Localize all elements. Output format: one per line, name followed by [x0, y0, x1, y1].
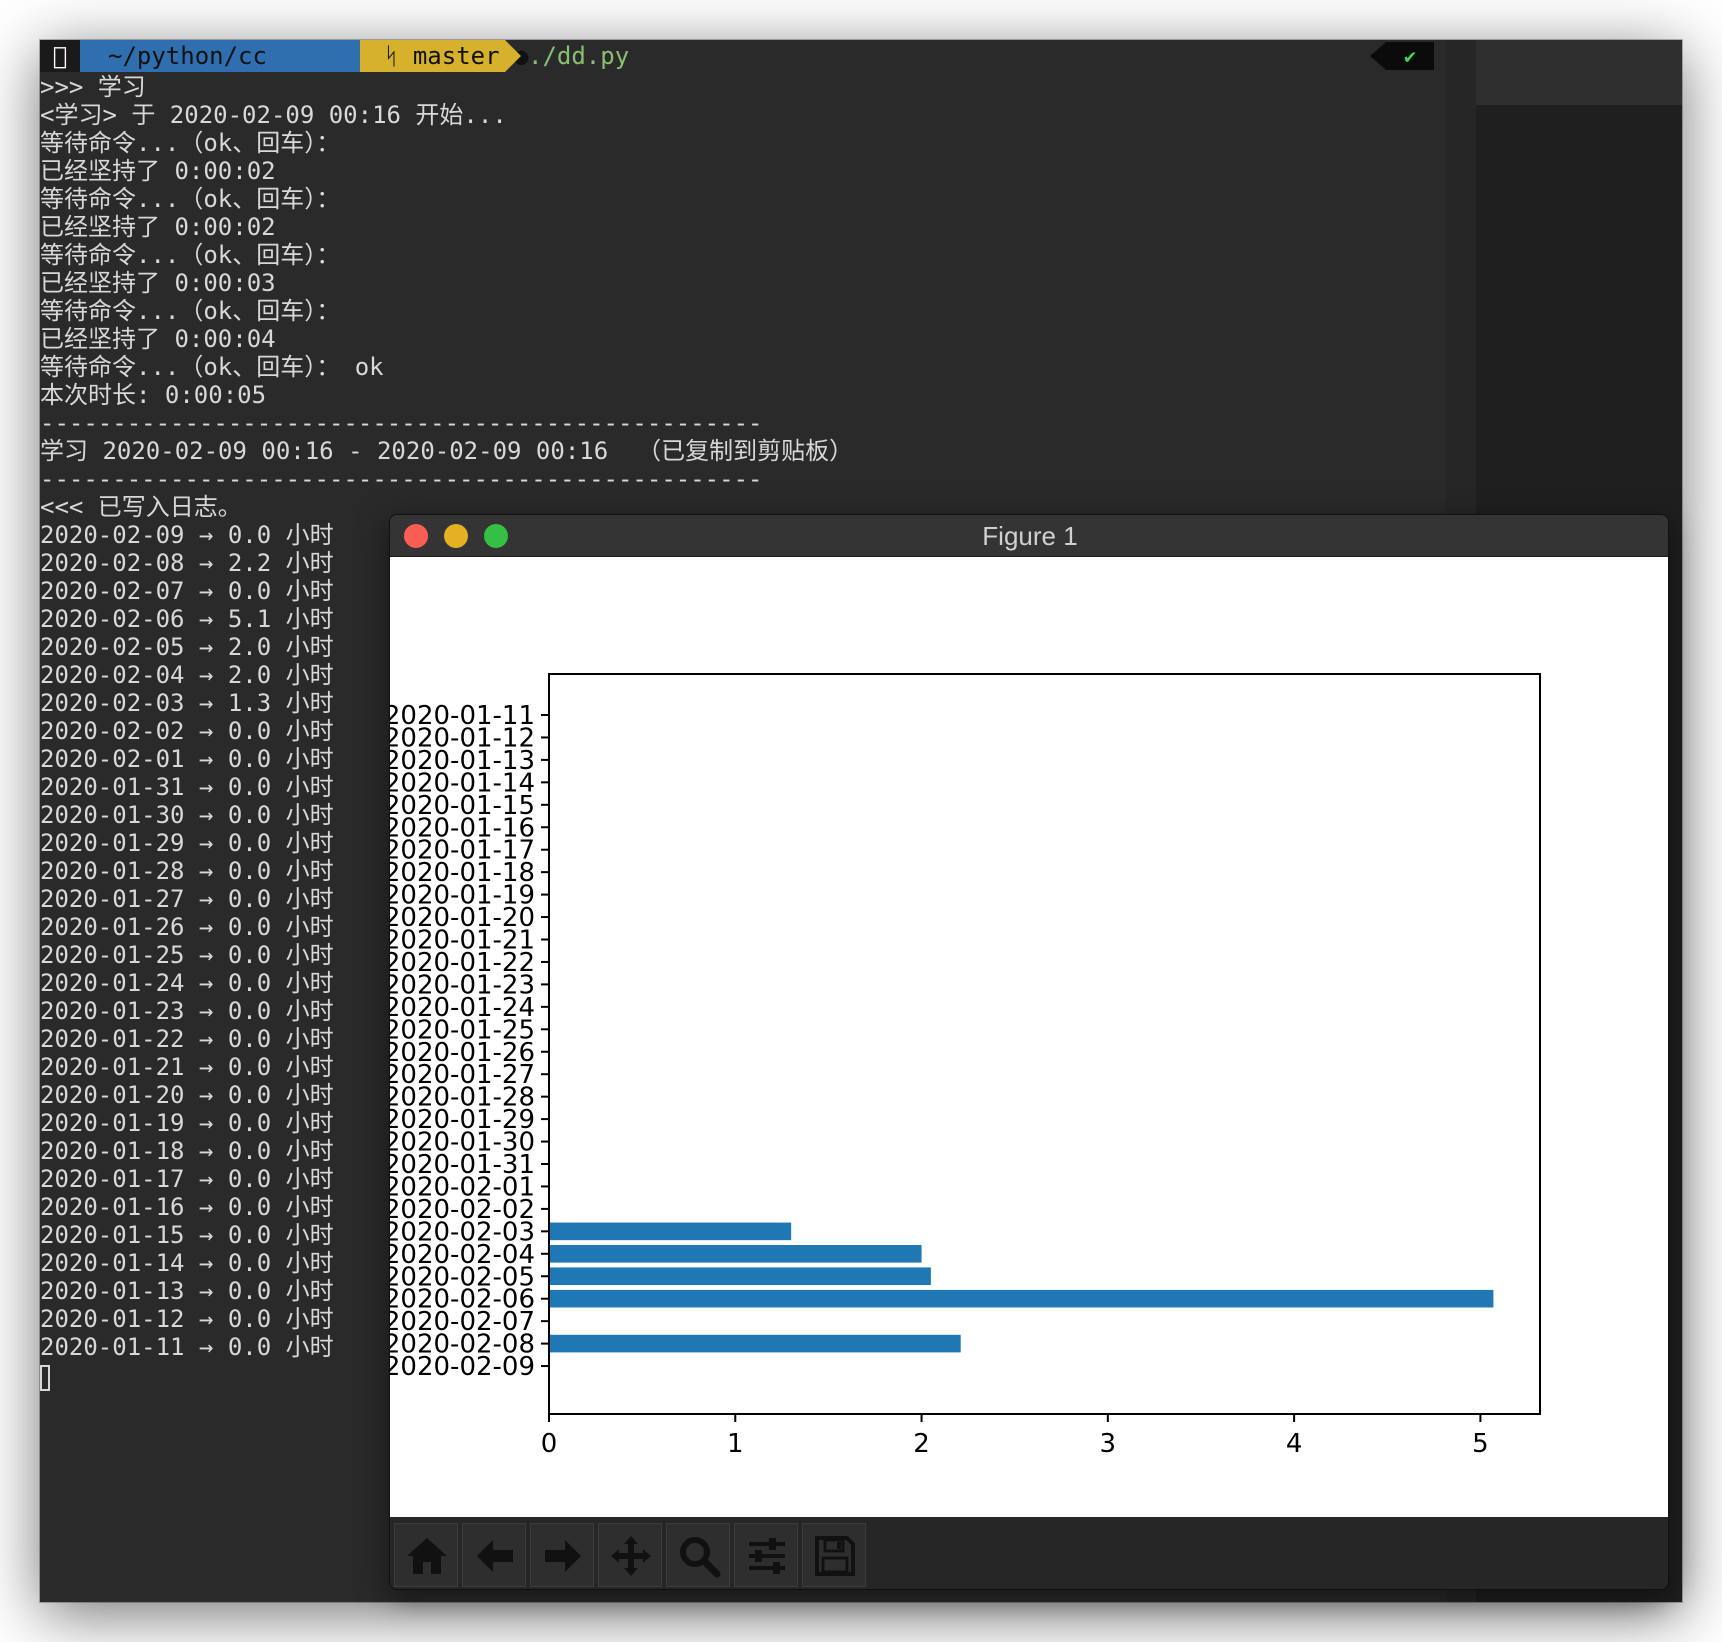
figure-window[interactable]: Figure 1 2020-01-11 2020-01-12 2020-01-13 2… [389, 514, 1669, 1590]
terminal-line: 已经坚持了 0:00:04 [40, 325, 276, 353]
background-pane-strip [1476, 40, 1682, 105]
terminal-line: <学习> 于 2020-02-09 00:16 开始... [40, 101, 507, 129]
terminal-line: 等待命令...（ok、回车）： ok [40, 353, 384, 381]
x-tick-label: 5 [1472, 1429, 1489, 1459]
home-button[interactable] [394, 1523, 458, 1587]
floppy-disk-icon [815, 1536, 855, 1576]
terminal-line: 学习 2020-02-09 00:16 - 2020-02-09 00:16 （… [40, 437, 854, 465]
arrow-right-icon [545, 1540, 581, 1572]
figure-canvas[interactable]: 2020-01-11 2020-01-12 2020-01-13 2020-01-14… [390, 557, 1668, 1517]
terminal-line: 已经坚持了 0:00:03 [40, 269, 276, 297]
chart-bar [549, 1289, 1494, 1308]
shell-prompt:  ~/python/cc ᛋ master ● ./dd.py ✔ [40, 40, 1446, 72]
desktop:  ~/python/cc ᛋ master ● ./dd.py ✔ >>> 学… [40, 40, 1682, 1602]
x-tick-label: 0 [541, 1429, 558, 1459]
figure-title: Figure 1 [982, 521, 1078, 551]
terminal-line: 等待命令...（ok、回车）： [40, 129, 341, 157]
terminal-line: 已经坚持了 0:00:02 [40, 157, 276, 185]
magnifier-icon [680, 1537, 721, 1578]
terminal-line: 本次时长: 0:00:05 [40, 381, 267, 409]
terminal-line: >>> 学习 [40, 73, 146, 101]
prompt-separator [505, 40, 521, 72]
pan-button[interactable] [598, 1523, 662, 1587]
figure-toolbar [390, 1517, 1668, 1589]
chart-bar [549, 1267, 931, 1286]
terminal-line: 等待命令...（ok、回车）： [40, 297, 341, 325]
prompt-git-branch: ᛋ master ● [360, 40, 528, 72]
apple-icon:  [40, 40, 80, 72]
move-icon [611, 1536, 651, 1576]
chart-bar [549, 1245, 922, 1263]
x-tick-label: 1 [727, 1429, 744, 1459]
terminal-line: ----------------------------------------… [40, 409, 763, 437]
chart-bar [549, 1334, 961, 1353]
terminal-line: ----------------------------------------… [40, 465, 763, 493]
checkmark-icon: ✔ [1386, 42, 1434, 70]
x-tick-label: 2 [913, 1429, 930, 1459]
save-button[interactable] [802, 1523, 866, 1587]
terminal-line: 已经坚持了 0:00:02 [40, 213, 276, 241]
arrow-left-icon [477, 1540, 513, 1572]
prompt-separator [1370, 42, 1386, 70]
terminal-cursor [40, 1365, 50, 1391]
bar-chart: 2020-01-112020-01-122020-01-132020-01-14… [390, 673, 1541, 1459]
terminal-line: 等待命令...（ok、回车）： [40, 185, 341, 213]
home-icon [407, 1538, 447, 1574]
chart-bar [549, 1222, 792, 1241]
prompt-command: ./dd.py [528, 42, 630, 70]
y-tick-label: 2020-02-09 [390, 1352, 535, 1382]
prompt-path: ~/python/cc [80, 40, 360, 72]
zoom-button[interactable] [666, 1523, 730, 1587]
back-button[interactable] [462, 1523, 526, 1587]
forward-button[interactable] [530, 1523, 594, 1587]
terminal-line: 等待命令...（ok、回车）： [40, 241, 341, 269]
x-tick-label: 3 [1100, 1429, 1117, 1459]
x-tick-label: 4 [1286, 1429, 1303, 1459]
configure-subplots-button[interactable] [734, 1523, 798, 1587]
sliders-icon [749, 1538, 785, 1574]
figure-titlebar[interactable]: Figure 1 [390, 515, 1668, 557]
